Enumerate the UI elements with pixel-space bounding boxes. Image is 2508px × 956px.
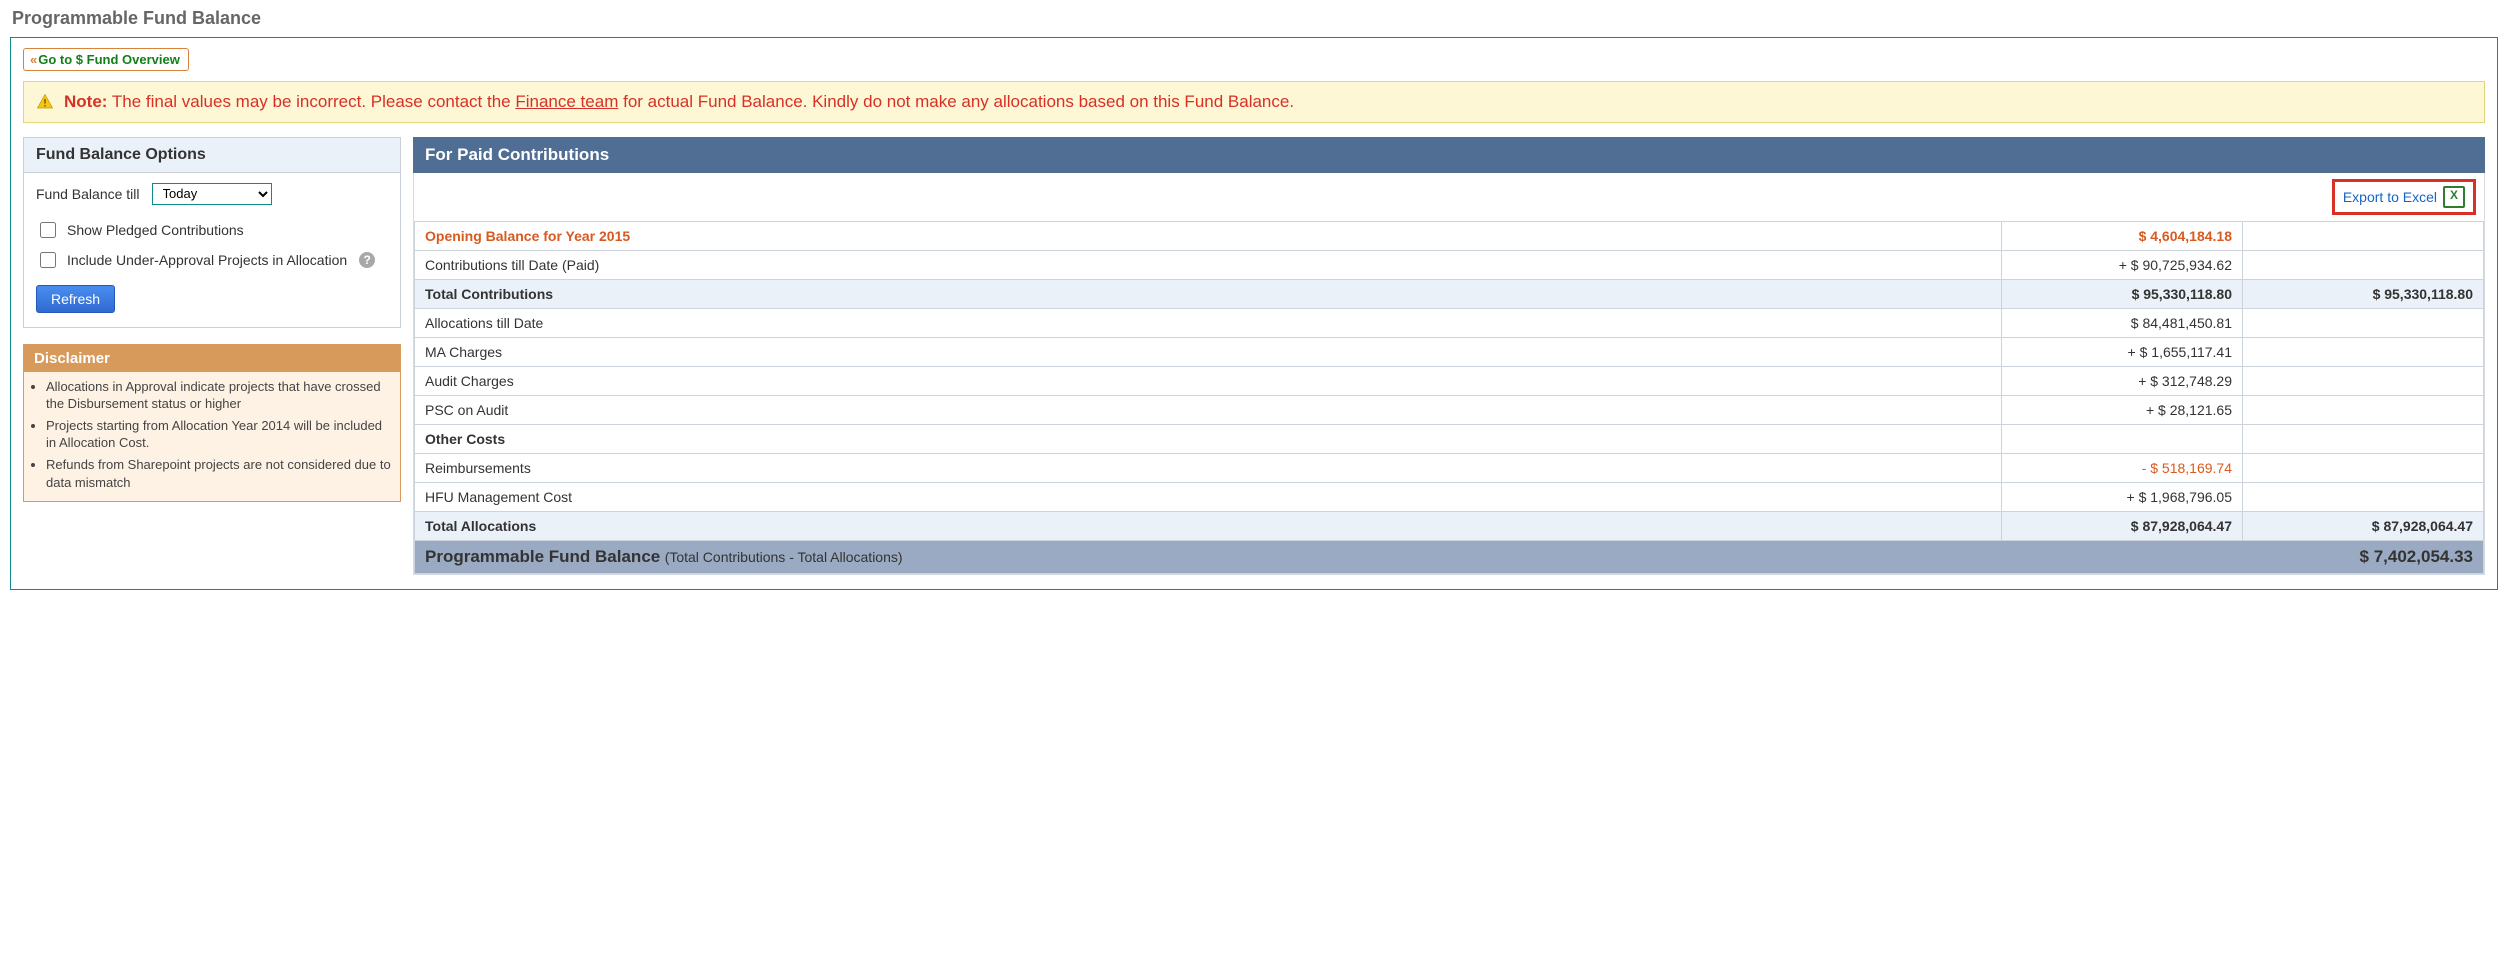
contributions-till-date-value: + $ 90,725,934.62 xyxy=(2002,250,2243,279)
total-allocations-value-2: $ 87,928,064.47 xyxy=(2243,511,2484,540)
ma-charges-label: MA Charges xyxy=(415,337,2002,366)
pfb-value: $ 7,402,054.33 xyxy=(2243,540,2484,573)
reimbursements-value: - $ 518,169.74 xyxy=(2002,453,2243,482)
options-header: Fund Balance Options xyxy=(24,138,400,173)
paid-contributions-header: For Paid Contributions xyxy=(413,137,2485,173)
table-row: Programmable Fund Balance (Total Contrib… xyxy=(415,540,2484,573)
show-pledged-checkbox[interactable] xyxy=(40,222,56,238)
warning-text: Note: The final values may be incorrect.… xyxy=(64,90,1294,114)
pfb-label: Programmable Fund Balance xyxy=(425,547,660,566)
disclaimer-item: Projects starting from Allocation Year 2… xyxy=(46,417,394,452)
total-contributions-value: $ 95,330,118.80 xyxy=(2002,279,2243,308)
disclaimer-item: Refunds from Sharepoint projects are not… xyxy=(46,456,394,491)
programmable-fund-balance-cell: Programmable Fund Balance (Total Contrib… xyxy=(415,540,2002,573)
fund-balance-options-panel: Fund Balance Options Fund Balance till T… xyxy=(23,137,401,328)
fund-balance-table: Opening Balance for Year 2015 $ 4,604,18… xyxy=(414,221,2484,574)
opening-balance-value: $ 4,604,184.18 xyxy=(2002,221,2243,250)
ma-charges-value: + $ 1,655,117.41 xyxy=(2002,337,2243,366)
pfb-formula: (Total Contributions - Total Allocations… xyxy=(665,549,903,565)
finance-team-link[interactable]: Finance team xyxy=(515,92,618,111)
audit-charges-label: Audit Charges xyxy=(415,366,2002,395)
fund-overview-link[interactable]: « Go to $ Fund Overview xyxy=(23,48,189,71)
table-row: Contributions till Date (Paid) + $ 90,72… xyxy=(415,250,2484,279)
table-row: Allocations till Date $ 84,481,450.81 xyxy=(415,308,2484,337)
allocations-till-date-label: Allocations till Date xyxy=(415,308,2002,337)
reimbursements-label: Reimbursements xyxy=(415,453,2002,482)
psc-on-audit-label: PSC on Audit xyxy=(415,395,2002,424)
other-costs-label: Other Costs xyxy=(415,424,2002,453)
show-pledged-label: Show Pledged Contributions xyxy=(67,222,244,238)
disclaimer-header: Disclaimer xyxy=(24,345,400,372)
excel-icon[interactable]: X xyxy=(2443,186,2465,208)
include-under-approval-row[interactable]: Include Under-Approval Projects in Alloc… xyxy=(36,249,388,271)
include-under-approval-label: Include Under-Approval Projects in Alloc… xyxy=(67,252,347,268)
fund-balance-till-label: Fund Balance till xyxy=(36,186,140,202)
table-row: PSC on Audit + $ 28,121.65 xyxy=(415,395,2484,424)
warning-text-after: for actual Fund Balance. Kindly do not m… xyxy=(623,92,1294,111)
fund-overview-link-label: Go to $ Fund Overview xyxy=(38,52,180,67)
table-row: Total Contributions $ 95,330,118.80 $ 95… xyxy=(415,279,2484,308)
warning-banner: Note: The final values may be incorrect.… xyxy=(23,81,2485,123)
export-highlight: Export to Excel X xyxy=(2332,179,2476,215)
include-under-approval-checkbox[interactable] xyxy=(40,252,56,268)
table-row: MA Charges + $ 1,655,117.41 xyxy=(415,337,2484,366)
chevron-left-double-icon: « xyxy=(30,52,34,67)
contributions-till-date-label: Contributions till Date (Paid) xyxy=(415,250,2002,279)
table-row: Total Allocations $ 87,928,064.47 $ 87,9… xyxy=(415,511,2484,540)
total-contributions-value-2: $ 95,330,118.80 xyxy=(2243,279,2484,308)
show-pledged-row[interactable]: Show Pledged Contributions xyxy=(36,219,388,241)
allocations-till-date-value: $ 84,481,450.81 xyxy=(2002,308,2243,337)
export-to-excel-link[interactable]: Export to Excel xyxy=(2343,189,2437,205)
psc-on-audit-value: + $ 28,121.65 xyxy=(2002,395,2243,424)
table-row: Other Costs xyxy=(415,424,2484,453)
hfu-management-cost-label: HFU Management Cost xyxy=(415,482,2002,511)
help-icon[interactable]: ? xyxy=(359,252,375,268)
warning-text-before: The final values may be incorrect. Pleas… xyxy=(112,92,515,111)
total-allocations-label: Total Allocations xyxy=(415,511,2002,540)
total-allocations-value: $ 87,928,064.47 xyxy=(2002,511,2243,540)
total-contributions-label: Total Contributions xyxy=(415,279,2002,308)
warning-icon xyxy=(36,93,54,111)
table-row: Reimbursements - $ 518,169.74 xyxy=(415,453,2484,482)
disclaimer-item: Allocations in Approval indicate project… xyxy=(46,378,394,413)
table-row: Opening Balance for Year 2015 $ 4,604,18… xyxy=(415,221,2484,250)
fund-balance-till-select[interactable]: Today xyxy=(152,183,272,205)
table-row: HFU Management Cost + $ 1,968,796.05 xyxy=(415,482,2484,511)
main-panel: « Go to $ Fund Overview Note: The final … xyxy=(10,37,2498,590)
opening-balance-label: Opening Balance for Year 2015 xyxy=(415,221,2002,250)
hfu-management-cost-value: + $ 1,968,796.05 xyxy=(2002,482,2243,511)
note-label: Note: xyxy=(64,92,107,111)
table-row: Audit Charges + $ 312,748.29 xyxy=(415,366,2484,395)
audit-charges-value: + $ 312,748.29 xyxy=(2002,366,2243,395)
refresh-button[interactable]: Refresh xyxy=(36,285,115,313)
disclaimer-panel: Disclaimer Allocations in Approval indic… xyxy=(23,344,401,502)
page-title: Programmable Fund Balance xyxy=(12,8,2498,29)
